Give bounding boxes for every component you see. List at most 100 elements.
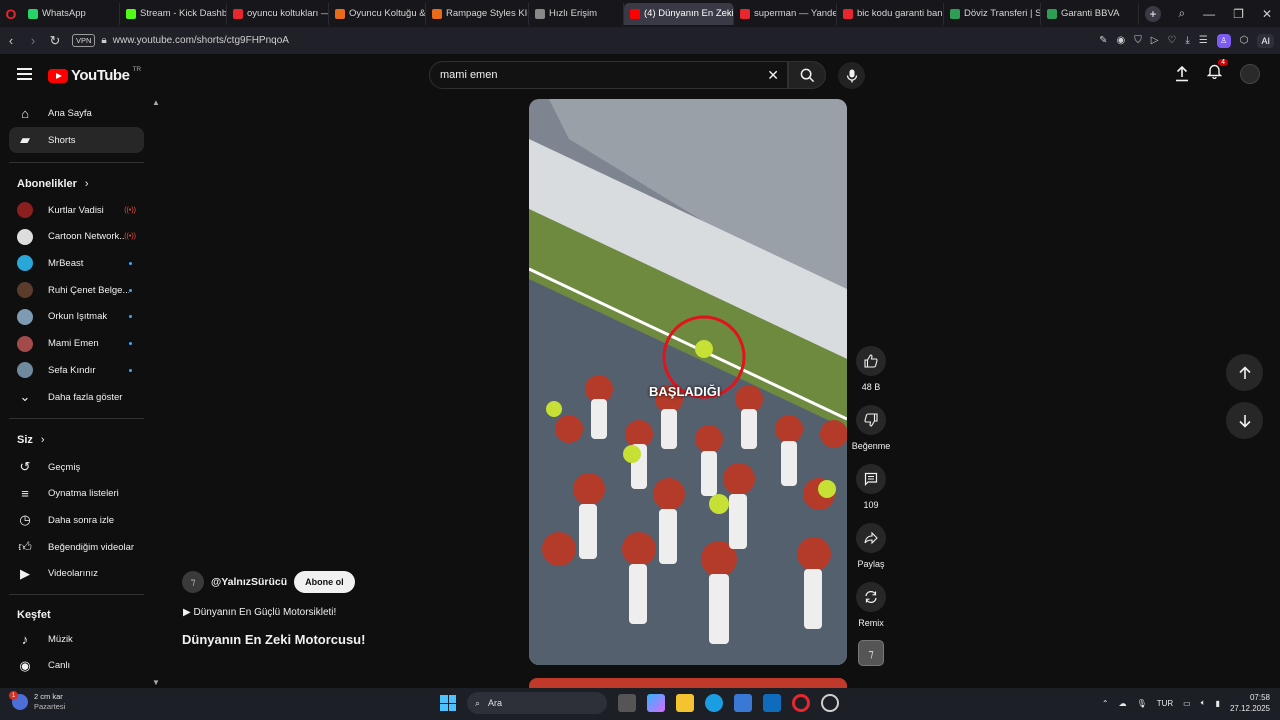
shield-icon[interactable]: ⛉ <box>1134 35 1142 46</box>
opera-taskbar-icon[interactable] <box>792 694 810 712</box>
url-field[interactable]: www.youtube.com/shorts/ctg9FHPnqoA <box>113 35 289 46</box>
new-tab-button[interactable]: + <box>1145 5 1161 22</box>
lock-icon[interactable]: 🔒︎ <box>101 35 106 46</box>
profile-icon[interactable]: ♙ <box>1216 33 1231 48</box>
sidebar-item-channel[interactable]: Orkun Işıtmak <box>9 304 144 330</box>
forward-icon[interactable]: › <box>22 27 44 54</box>
remix-button[interactable]: Remix <box>851 582 891 628</box>
camera-icon[interactable]: ◉ <box>1116 35 1125 46</box>
search-input[interactable]: mami emen ✕ <box>429 61 788 89</box>
vpn-badge[interactable]: VPN <box>72 34 96 47</box>
you-header[interactable]: Siz › <box>17 434 45 446</box>
subscribe-button[interactable]: Abone ol <box>294 571 355 593</box>
search-button[interactable] <box>788 61 826 89</box>
store-icon[interactable] <box>734 694 752 712</box>
sidebar-item-explore[interactable]: ◉ Canlı <box>9 653 144 679</box>
sound-thumbnail[interactable]: ⁊ <box>858 640 884 666</box>
file-explorer-icon[interactable] <box>676 694 694 712</box>
tray-overflow-icon[interactable]: ⌃ <box>1102 699 1109 708</box>
browser-tab[interactable]: oyuncu koltukları — Y <box>227 2 329 25</box>
browser-tab[interactable]: Stream - Kick Dashbo <box>120 2 227 25</box>
browser-tab[interactable]: bic kodu garanti bank <box>837 2 944 25</box>
sidebar-item-home[interactable]: ⌂ Ana Sayfa <box>9 100 144 126</box>
volume-icon[interactable]: 🔈︎ <box>1201 698 1206 708</box>
playlist-link[interactable]: ▶ Dünyanın En Güçlü Motorsikleti! <box>183 607 336 618</box>
browser-tab[interactable]: WhatsApp <box>22 2 120 25</box>
sidebar-item-channel[interactable]: Ruhi Çenet Belge... <box>9 277 144 303</box>
opera-logo-icon[interactable]: O <box>0 0 22 27</box>
dislike-button[interactable]: Beğenme <box>851 405 891 451</box>
sidebar-item-shorts[interactable]: ▰ Shorts <box>9 127 144 153</box>
heart-icon[interactable]: ♡ <box>1167 35 1176 46</box>
sidebar-item-you[interactable]: ◷ Daha sonra izle <box>9 507 144 533</box>
hamburger-menu-icon[interactable] <box>17 68 32 80</box>
like-button[interactable]: 48 B <box>851 346 891 392</box>
sidebar-scroll-up-icon[interactable]: ▲ <box>152 98 160 107</box>
account-avatar[interactable] <box>1240 63 1260 84</box>
ai-button[interactable]: AI <box>1257 33 1274 48</box>
minimize-button[interactable]: — <box>1203 7 1215 21</box>
onedrive-icon[interactable]: ☁ <box>1119 699 1127 708</box>
sidebar-item-you[interactable]: ↺ Geçmiş <box>9 454 144 480</box>
sidebar-scroll-down-icon[interactable]: ▼ <box>152 678 160 687</box>
mic-tray-icon[interactable]: 🎙︎ <box>1137 699 1147 708</box>
weather-widget[interactable]: 1 2 cm kar Pazartesi <box>9 691 65 712</box>
browser-tab[interactable]: Oyuncu Koltuğu & Ga <box>329 2 426 25</box>
channel-name[interactable]: @YalnızSürücü <box>211 576 287 588</box>
browser-tab[interactable]: Döviz Transferi | Swift <box>944 2 1041 25</box>
search-tabs-icon[interactable]: ⌕ <box>1178 6 1185 21</box>
comments-button[interactable]: 109 <box>851 464 891 510</box>
sidebar-item-show-more[interactable]: ⌄ Daha fazla göster <box>9 384 144 410</box>
share-button[interactable]: Paylaş <box>851 523 891 569</box>
windows-taskbar: 1 2 cm kar Pazartesi ⌕ Ara ⌃ ☁ 🎙︎ TUR ▭ … <box>0 688 1280 720</box>
clock[interactable]: 07:58 27.12.2025 <box>1230 692 1270 714</box>
next-short-preview[interactable] <box>529 678 847 688</box>
browser-tab[interactable]: (4) Dünyanın En Zeki M <box>624 2 734 25</box>
sidebar-item-channel[interactable]: Mami Emen <box>9 331 144 357</box>
sidebar-item-channel[interactable]: Kurtlar Vadisi ((•)) <box>9 197 144 223</box>
voice-search-button[interactable] <box>838 62 865 89</box>
taskbar-search[interactable]: ⌕ Ara <box>467 692 607 714</box>
clear-search-icon[interactable]: ✕ <box>767 67 779 84</box>
youtube-logo[interactable]: YouTube TR <box>48 66 141 84</box>
edge-icon[interactable] <box>705 694 723 712</box>
menu-icon[interactable]: ☰ <box>1199 35 1208 46</box>
back-icon[interactable]: ‹ <box>0 27 22 54</box>
opera-gx-icon[interactable] <box>821 694 839 712</box>
next-short-button[interactable] <box>1226 402 1263 439</box>
maximize-button[interactable]: ❐ <box>1233 7 1244 21</box>
sidebar-item-you[interactable]: ≡ Oynatma listeleri <box>9 481 144 507</box>
tab-label: Garanti BBVA <box>1061 8 1120 19</box>
sidebar-item-you[interactable]: ▶ Videolarınız <box>9 561 144 587</box>
download-icon[interactable]: ⤓ <box>1185 35 1189 46</box>
network-icon[interactable]: ▭ <box>1183 699 1191 708</box>
windows-start-icon[interactable] <box>440 695 456 711</box>
close-button[interactable]: ✕ <box>1262 7 1272 21</box>
edit-icon[interactable]: ✎ <box>1099 35 1107 46</box>
extensions-icon[interactable]: ⬡ <box>1240 35 1249 46</box>
browser-tab[interactable]: Garanti BBVA <box>1041 2 1139 25</box>
sidebar-item-explore[interactable]: ♪ Müzik <box>9 626 144 652</box>
upload-icon[interactable] <box>1175 65 1189 82</box>
language-indicator[interactable]: TUR <box>1157 699 1173 708</box>
previous-short-button[interactable] <box>1226 354 1263 391</box>
outlook-icon[interactable] <box>763 694 781 712</box>
sidebar-item-you[interactable]: 👍︎ Beğendiğim videolar <box>9 534 144 560</box>
explore-header[interactable]: Keşfet <box>17 609 51 621</box>
browser-tab[interactable]: superman — Yandex <box>734 2 837 25</box>
copilot-icon[interactable] <box>647 694 665 712</box>
sidebar-item-channel[interactable]: MrBeast <box>9 250 144 276</box>
short-video-player[interactable]: BAŞLADIĞI <box>529 99 847 665</box>
sidebar-item-channel[interactable]: Cartoon Network... ((•)) <box>9 224 144 250</box>
sidebar-item-channel[interactable]: Sefa Kındır <box>9 357 144 383</box>
browser-tab[interactable]: Hızlı Erişim <box>529 2 624 25</box>
browser-tab[interactable]: Rampage Styles KI-r6 <box>426 2 529 25</box>
subscriptions-header[interactable]: Abonelikler › <box>17 178 89 190</box>
sidebar-item-label: Mami Emen <box>48 338 99 349</box>
reload-icon[interactable]: ↻ <box>44 27 66 54</box>
notifications-button[interactable]: 4 <box>1206 59 1228 84</box>
channel-avatar[interactable]: ⁊ <box>182 571 204 593</box>
task-view-icon[interactable] <box>618 694 636 712</box>
battery-icon[interactable]: ▮ <box>1216 699 1220 708</box>
play-icon[interactable]: ▷ <box>1151 35 1159 46</box>
